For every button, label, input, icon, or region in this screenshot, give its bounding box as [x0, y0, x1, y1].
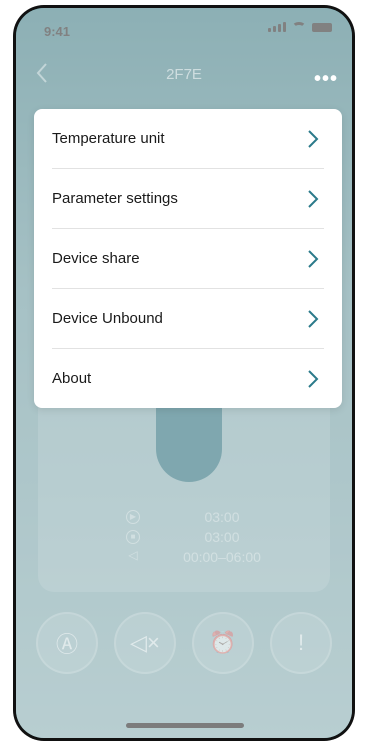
menu-item-about[interactable]: About: [52, 349, 324, 408]
menu-item-label: Device Unbound: [52, 310, 163, 327]
options-menu: Temperature unit Parameter settings Devi…: [34, 109, 342, 408]
menu-item-device-share[interactable]: Device share: [52, 229, 324, 289]
menu-item-parameter-settings[interactable]: Parameter settings: [52, 169, 324, 229]
chevron-right-icon: [308, 310, 319, 328]
chevron-right-icon: [308, 370, 319, 388]
menu-item-device-unbound[interactable]: Device Unbound: [52, 289, 324, 349]
menu-item-temperature-unit[interactable]: Temperature unit: [52, 109, 324, 169]
chevron-right-icon: [308, 190, 319, 208]
chevron-right-icon: [308, 250, 319, 268]
phone-screen: 9:41 2F7E ••• ▶ 03:00 ■ 03:00 ◁ 00:00–06…: [16, 8, 352, 738]
menu-item-label: Temperature unit: [52, 130, 165, 147]
menu-item-label: Parameter settings: [52, 190, 178, 207]
chevron-right-icon: [308, 130, 319, 148]
menu-item-label: Device share: [52, 250, 140, 267]
menu-item-label: About: [52, 370, 92, 387]
